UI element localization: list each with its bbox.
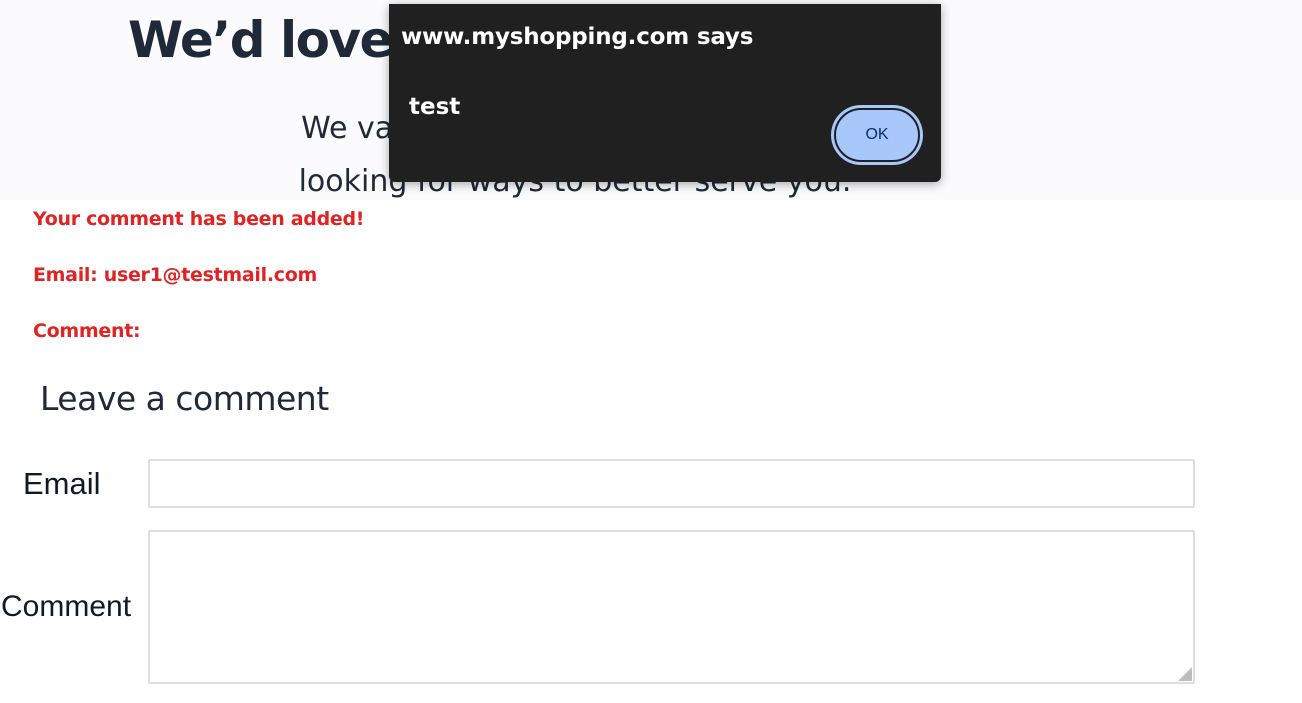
comment-textarea[interactable] bbox=[148, 530, 1195, 684]
submitted-comment: Comment: bbox=[33, 320, 141, 342]
leave-comment-heading: Leave a comment bbox=[40, 379, 329, 418]
comment-label: Comment bbox=[1, 590, 132, 623]
resize-handle-icon[interactable] bbox=[1178, 667, 1192, 681]
submitted-email: Email: user1@testmail.com bbox=[33, 264, 317, 286]
email-input[interactable] bbox=[148, 459, 1195, 508]
alert-ok-button[interactable]: OK bbox=[834, 108, 920, 162]
email-label: Email bbox=[23, 466, 101, 501]
alert-message: test bbox=[409, 94, 461, 120]
page: We’d love to hear from you! We value you… bbox=[0, 0, 1302, 703]
comment-added-message: Your comment has been added! bbox=[33, 208, 365, 230]
alert-dialog: www.myshopping.com says test OK bbox=[389, 4, 941, 182]
alert-origin: www.myshopping.com says bbox=[401, 24, 754, 50]
